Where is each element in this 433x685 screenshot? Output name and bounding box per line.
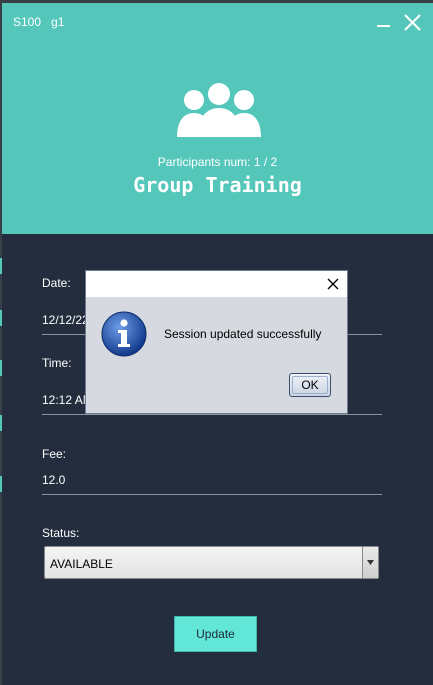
page-title: Group Training xyxy=(133,173,302,197)
close-icon xyxy=(327,278,339,290)
dropdown-arrow-button[interactable] xyxy=(362,547,378,578)
group-icon xyxy=(177,83,261,137)
status-label: Status: xyxy=(42,526,80,540)
update-button[interactable]: Update xyxy=(174,616,257,652)
edge-marker xyxy=(0,360,2,376)
edge-marker xyxy=(0,310,2,326)
session-id: S100 xyxy=(13,15,42,29)
message-dialog: Session updated successfully OK xyxy=(85,270,348,414)
fee-underline xyxy=(42,494,382,495)
dialog-message: Session updated successfully xyxy=(164,327,322,341)
session-ids: S100 g1 xyxy=(13,15,64,29)
edge-marker xyxy=(0,258,2,274)
edge-marker xyxy=(0,476,2,492)
minimize-icon xyxy=(377,25,390,27)
edge-marker xyxy=(0,415,2,431)
ok-label: OK xyxy=(301,378,319,392)
time-label: Time: xyxy=(42,356,72,370)
dialog-close-button[interactable] xyxy=(326,277,340,291)
fee-field[interactable]: 12.0 xyxy=(42,473,65,487)
time-underline xyxy=(42,414,382,415)
status-value: AVAILABLE xyxy=(50,557,113,571)
minimize-button[interactable] xyxy=(372,11,396,35)
ok-button[interactable]: OK xyxy=(289,373,331,397)
info-icon xyxy=(101,311,147,357)
close-button[interactable] xyxy=(401,11,425,35)
date-field[interactable]: 12/12/22 xyxy=(42,313,89,327)
chevron-down-icon xyxy=(367,560,374,565)
status-select[interactable]: AVAILABLE xyxy=(44,546,379,579)
close-icon xyxy=(404,14,421,31)
dialog-titlebar xyxy=(86,271,347,297)
group-id: g1 xyxy=(51,15,65,29)
header-panel: S100 g1 Participants num: 1 / 2 Group Tr… xyxy=(2,3,433,234)
date-label: Date: xyxy=(42,276,71,290)
fee-label: Fee: xyxy=(42,447,67,461)
participants-count: Participants num: 1 / 2 xyxy=(157,155,278,169)
